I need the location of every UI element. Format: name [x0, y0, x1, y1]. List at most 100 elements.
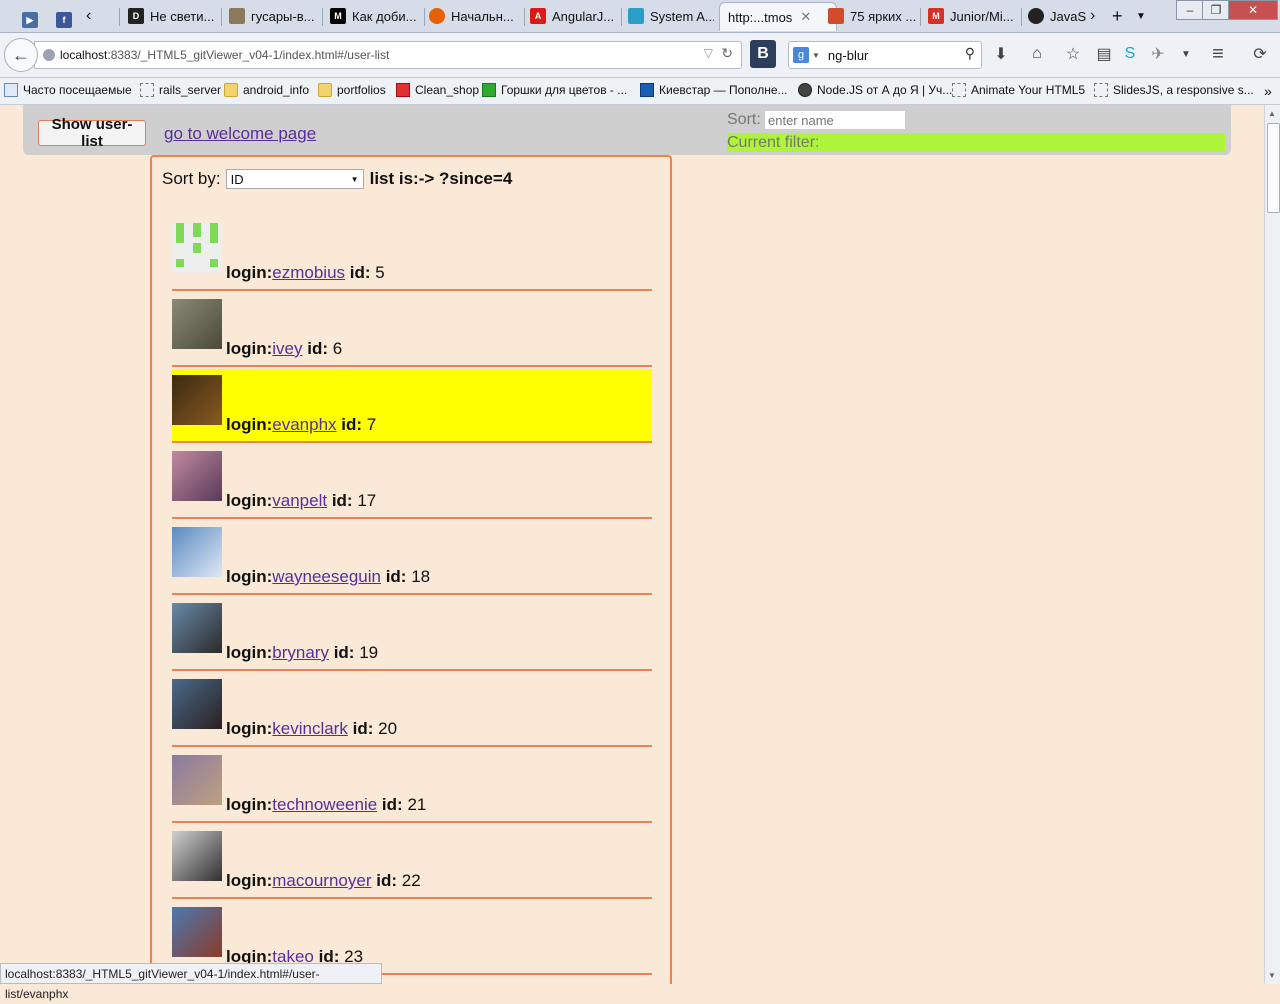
- tab-10[interactable]: JavaSc: [1028, 2, 1086, 30]
- avatar: [172, 679, 222, 729]
- user-login-link[interactable]: ivey: [272, 339, 302, 358]
- page-scrollbar[interactable]: ▲ ▼: [1264, 105, 1280, 984]
- show-user-list-button[interactable]: Show user-list: [38, 116, 146, 150]
- site-info-icon[interactable]: [43, 49, 55, 61]
- bookmarks-b-icon[interactable]: B: [750, 40, 776, 68]
- tab-8[interactable]: 75 ярких ...: [828, 2, 916, 30]
- tab-3[interactable]: M Как доби...: [330, 2, 422, 30]
- toolbar-dropdown-icon[interactable]: ▼: [1176, 44, 1196, 64]
- status-bar: localhost:8383/_HTML5_gitViewer_v04-1/in…: [0, 963, 382, 1001]
- bookmark-star-icon[interactable]: ☆: [1063, 44, 1083, 64]
- history-dropdown-icon[interactable]: ▽: [704, 46, 713, 60]
- home-icon[interactable]: ⌂: [1027, 44, 1047, 64]
- bookmark-rails-server[interactable]: rails_server: [140, 83, 221, 97]
- user-list-item[interactable]: login:technoweenie id: 21: [172, 749, 652, 823]
- minimize-button[interactable]: –: [1176, 0, 1204, 20]
- current-filter-label: Current filter:: [727, 134, 820, 151]
- bookmark-kyivstar[interactable]: Киевстар — Пополне...: [640, 83, 788, 97]
- bookmark-animate-html5[interactable]: Animate Your HTML5: [952, 83, 1085, 97]
- scroll-down-icon[interactable]: ▼: [1268, 971, 1276, 980]
- chevron-down-icon: ▼: [350, 174, 359, 184]
- bookmark-label: Clean_shop: [415, 83, 480, 97]
- user-login-link[interactable]: macournoyer: [272, 871, 371, 890]
- scroll-up-icon[interactable]: ▲: [1268, 109, 1276, 118]
- tab-4[interactable]: Начальн...: [429, 2, 521, 30]
- avatar: [172, 907, 222, 957]
- menu-icon[interactable]: ≡: [1208, 43, 1228, 65]
- scrollbar-thumb[interactable]: [1267, 123, 1280, 213]
- tab-separator: [524, 8, 525, 26]
- extension-icon[interactable]: ✈: [1148, 44, 1168, 64]
- user-login-link[interactable]: technoweenie: [272, 795, 377, 814]
- tab-facebook[interactable]: f: [56, 6, 76, 34]
- user-login-link[interactable]: evanphx: [272, 415, 336, 434]
- tab-scroll-left[interactable]: ‹: [86, 2, 116, 30]
- tab-list-icon[interactable]: ▶: [22, 6, 42, 34]
- user-list-item[interactable]: login:kevinclark id: 20: [172, 673, 652, 747]
- bookmark-nodejs[interactable]: Node.JS от А до Я | Уч...: [798, 83, 952, 97]
- user-list-item[interactable]: login:evanphx id: 7: [172, 369, 652, 443]
- close-icon: ✕: [1247, 3, 1259, 17]
- tab-6[interactable]: System A...: [628, 2, 714, 30]
- tab-9[interactable]: M Junior/Mi...: [928, 2, 1018, 30]
- tab-scroll-right[interactable]: ›: [1090, 2, 1104, 30]
- maximize-button[interactable]: ❐: [1202, 0, 1230, 20]
- login-label: login:: [226, 415, 273, 434]
- back-button[interactable]: ←: [4, 38, 38, 72]
- bookmark-most-visited[interactable]: Часто посещаемые: [4, 83, 132, 97]
- play-icon: ▶: [22, 12, 38, 28]
- search-icon[interactable]: ⚲: [965, 45, 975, 62]
- user-login-link[interactable]: wayneeseguin: [272, 567, 381, 586]
- bookmark-portfolios[interactable]: portfolios: [318, 83, 386, 97]
- address-bar[interactable]: localhost:8383/_HTML5_gitViewer_v04-1/in…: [34, 41, 742, 69]
- id-label: id:: [385, 567, 407, 586]
- new-tab-button[interactable]: +: [1112, 2, 1128, 30]
- user-login-link[interactable]: brynary: [272, 643, 329, 662]
- sync-icon[interactable]: ⟳: [1250, 44, 1270, 64]
- bookmark-gorshki[interactable]: Горшки для цветов - ...: [482, 83, 627, 97]
- current-filter-bar: Current filter:: [727, 133, 1225, 152]
- tab-5[interactable]: A AngularJ...: [530, 2, 618, 30]
- google-icon[interactable]: g: [793, 47, 809, 63]
- user-list-item[interactable]: login:wayneeseguin id: 18: [172, 521, 652, 595]
- site-icon: [482, 83, 496, 97]
- bookmark-android-info[interactable]: android_info: [224, 83, 309, 97]
- tab-separator: [322, 8, 323, 26]
- chevron-left-icon: ‹: [86, 7, 92, 24]
- tab-list-dropdown[interactable]: ▼: [1136, 2, 1150, 30]
- user-list-item[interactable]: login:ivey id: 6: [172, 293, 652, 367]
- downloads-icon[interactable]: ⬇: [991, 44, 1011, 64]
- sort-by-select[interactable]: ID ▼: [225, 169, 364, 189]
- angular-icon: A: [530, 8, 546, 24]
- user-login-link[interactable]: kevinclark: [272, 719, 348, 738]
- tab-active[interactable]: http:...tmos ✕: [719, 2, 837, 31]
- reload-icon[interactable]: ↻: [721, 45, 733, 62]
- bookmarks-overflow-button[interactable]: »: [1264, 83, 1272, 99]
- shop-icon: [396, 83, 410, 97]
- bookmark-clean-shop[interactable]: Clean_shop: [396, 83, 479, 97]
- url-host: localhost: [60, 48, 108, 62]
- user-info: login:macournoyer id: 22: [226, 871, 421, 891]
- reading-list-icon[interactable]: ▤: [1094, 44, 1114, 64]
- tab-2[interactable]: гусары-в...: [229, 2, 319, 30]
- user-login-link[interactable]: vanpelt: [272, 491, 327, 510]
- skype-icon[interactable]: S: [1120, 44, 1140, 64]
- user-info: login:evanphx id: 7: [226, 415, 376, 435]
- bookmark-label: Киевстар — Пополне...: [659, 83, 788, 97]
- user-login-link[interactable]: ezmobius: [272, 263, 345, 282]
- user-list-item[interactable]: login:brynary id: 19: [172, 597, 652, 671]
- user-list-item[interactable]: login:ezmobius id: 5: [172, 217, 652, 291]
- search-bar[interactable]: g ▼ ng-blur ⚲: [788, 41, 982, 69]
- user-list-item[interactable]: login:macournoyer id: 22: [172, 825, 652, 899]
- bookmark-slidesjs[interactable]: SlidesJS, a responsive s...: [1094, 83, 1254, 97]
- user-id: 20: [378, 719, 398, 738]
- tab-1[interactable]: D Не свети...: [128, 2, 218, 30]
- user-info: login:technoweenie id: 21: [226, 795, 426, 815]
- close-tab-icon[interactable]: ✕: [800, 9, 811, 25]
- close-window-button[interactable]: ✕: [1228, 0, 1278, 20]
- navigation-toolbar: localhost:8383/_HTML5_gitViewer_v04-1/in…: [0, 33, 1280, 78]
- engine-dropdown-icon[interactable]: ▼: [812, 51, 820, 60]
- sort-name-input[interactable]: [764, 110, 906, 130]
- user-list-item[interactable]: login:vanpelt id: 17: [172, 445, 652, 519]
- welcome-page-link[interactable]: go to welcome page: [164, 124, 316, 144]
